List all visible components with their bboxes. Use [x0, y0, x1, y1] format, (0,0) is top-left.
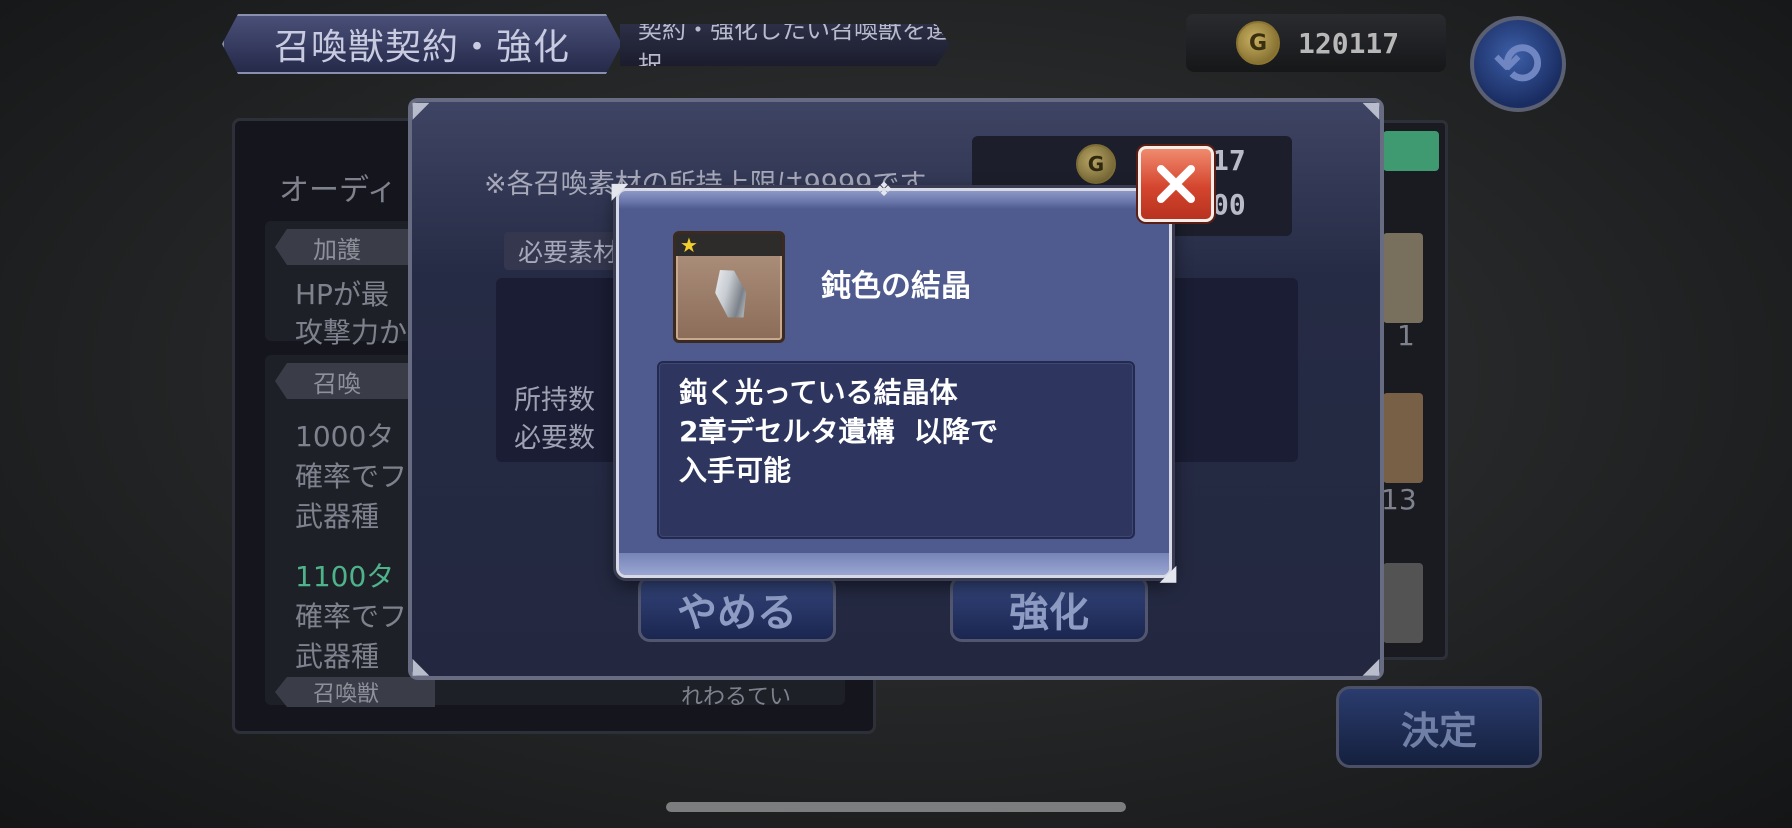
- gold-cost-value: 00: [1212, 188, 1246, 221]
- summon-count-2: 13: [1381, 483, 1417, 516]
- corner-ornament-icon: ◥: [1362, 98, 1380, 123]
- rarity-star-icon: ★: [680, 233, 698, 257]
- summon-line-a2: 確率でフ: [295, 460, 408, 493]
- item-detail-popup: ◤ ◢ ❖ ★ 鈍色の結晶 鈍く光っている結晶体 2章デセルタ遺構 以降で 入手…: [612, 177, 1177, 586]
- screen-subtitle: 契約・強化したい召喚獣を選択: [620, 24, 950, 66]
- gold-amount: 120117: [1298, 26, 1400, 60]
- close-button[interactable]: [1138, 146, 1214, 222]
- back-arrow-icon: ⟲: [1493, 30, 1543, 98]
- description-line-1: 鈍く光っている結晶体: [679, 376, 958, 409]
- decide-button[interactable]: 決定: [1336, 686, 1542, 768]
- summon-name: オーディ: [279, 173, 397, 208]
- summon-line-a1: 1000タ: [295, 420, 395, 453]
- summon-count-1: 1: [1397, 319, 1415, 352]
- summon-thumbnail-3[interactable]: [1383, 563, 1423, 643]
- close-icon: [1157, 165, 1195, 203]
- item-description: 鈍く光っている結晶体 2章デセルタ遺構 以降で 入手可能: [657, 361, 1135, 539]
- cancel-button[interactable]: やめる: [638, 576, 836, 642]
- crystal-icon: [710, 265, 752, 323]
- popup-bottom-band: [619, 553, 1169, 575]
- gold-coin-icon: G: [1076, 144, 1116, 184]
- home-indicator[interactable]: [666, 802, 1126, 812]
- corner-ornament-icon: ◢: [1362, 654, 1380, 679]
- list-tab-indicator: [1383, 131, 1439, 171]
- summon-footer-label: 召喚獣: [275, 677, 435, 707]
- summon-line-a3: 武器種: [295, 500, 380, 533]
- summon-thumbnail-1[interactable]: [1383, 233, 1423, 323]
- corner-ornament-icon: ◣: [412, 654, 430, 679]
- summon-list-panel[interactable]: 1 13: [1374, 120, 1448, 660]
- item-name: 鈍色の結晶: [821, 269, 971, 304]
- top-ornament-icon: ❖: [875, 177, 893, 201]
- description-line-3: 入手可能: [679, 454, 792, 487]
- description-line-2: 2章デセルタ遺構 以降で: [679, 415, 998, 448]
- blessing-line-1: HPが最: [295, 278, 389, 311]
- corner-ornament-icon: ◤: [412, 98, 430, 123]
- gold-owned-value: 17: [1212, 144, 1246, 177]
- gold-coin-icon: G: [1236, 21, 1280, 65]
- summon-line-b1: 1100タ: [295, 560, 395, 593]
- summon-line-b2: 確率でフ: [295, 600, 408, 633]
- blessing-line-2: 攻撃力か: [295, 316, 408, 349]
- corner-ornament-icon: ◤: [611, 179, 629, 204]
- gold-display: G 120117: [1186, 14, 1446, 72]
- screen-title: 召喚獣契約・強化: [222, 14, 622, 74]
- required-count-label: 必要数: [514, 423, 595, 454]
- item-icon: ★: [673, 231, 785, 343]
- enhance-button[interactable]: 強化: [950, 576, 1148, 642]
- back-button[interactable]: ⟲: [1470, 16, 1566, 112]
- owned-count-label: 所持数: [514, 385, 595, 416]
- summon-thumbnail-2[interactable]: [1383, 393, 1423, 483]
- summon-footer-right: れわるてい: [681, 685, 792, 710]
- summon-line-b3: 武器種: [295, 640, 380, 673]
